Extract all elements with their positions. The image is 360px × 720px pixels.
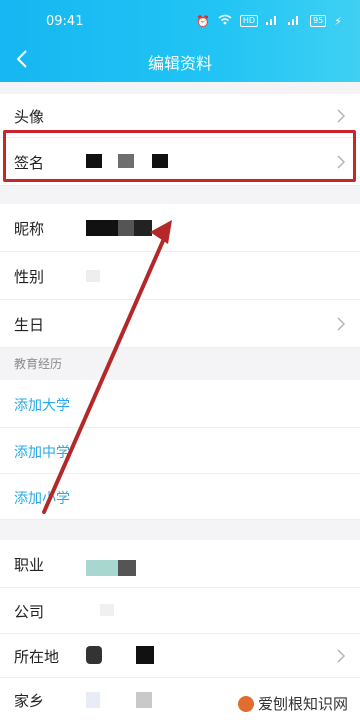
- row-company[interactable]: 公司: [0, 588, 360, 634]
- header-bar: 09:41 ⏰ HD 95 ⚡ 编辑资料: [0, 0, 360, 82]
- watermark: 爱刨根知识网: [233, 691, 352, 716]
- alarm-icon: ⏰: [196, 14, 210, 28]
- page-title: 编辑资料: [147, 54, 212, 73]
- charging-icon: ⚡: [334, 14, 342, 28]
- row-add-primary-school[interactable]: 添加小学: [0, 474, 360, 520]
- status-bar: 09:41 ⏰ HD 95 ⚡: [0, 12, 360, 32]
- company-value-mosaic: [100, 604, 114, 616]
- status-icons: ⏰ HD 95 ⚡: [196, 14, 342, 28]
- row-nickname[interactable]: 昵称: [0, 204, 360, 252]
- watermark-text: 爱刨根知识网: [257, 695, 348, 713]
- gender-value-mosaic: [86, 270, 100, 282]
- job-label: 职业: [14, 556, 45, 574]
- signal-icon: [266, 14, 280, 28]
- chevron-right-icon: [337, 317, 346, 331]
- gender-label: 性别: [14, 268, 45, 286]
- avatar-label: 头像: [14, 108, 45, 126]
- nickname-value-mosaic: [118, 220, 134, 236]
- location-value-mosaic: [136, 646, 154, 664]
- highlight-box: [3, 130, 356, 182]
- nickname-value-mosaic: [134, 220, 152, 236]
- add-university-link[interactable]: 添加大学: [14, 395, 70, 415]
- row-add-middle-school[interactable]: 添加中学: [0, 428, 360, 474]
- location-label: 所在地: [14, 648, 60, 666]
- watermark-logo-icon: [237, 695, 254, 712]
- add-primary-school-link[interactable]: 添加小学: [14, 488, 70, 508]
- wifi-icon: [218, 14, 232, 28]
- row-gender[interactable]: 性别: [0, 252, 360, 300]
- hometown-value-mosaic: [136, 692, 152, 708]
- signal-icon-2: [288, 14, 302, 28]
- nickname-label: 昵称: [14, 220, 45, 238]
- birthday-label: 生日: [14, 316, 45, 334]
- hometown-value-mosaic: [86, 692, 100, 708]
- status-time: 09:41: [46, 14, 84, 29]
- location-value-mosaic: [86, 646, 102, 664]
- row-job[interactable]: 职业: [0, 540, 360, 588]
- chevron-right-icon: [337, 649, 346, 663]
- job-value-mosaic: [86, 560, 118, 576]
- chevron-right-icon: [337, 109, 346, 123]
- battery-icon: 95: [310, 15, 327, 27]
- hd-icon: HD: [239, 15, 259, 27]
- add-middle-school-link[interactable]: 添加中学: [14, 442, 70, 462]
- company-label: 公司: [14, 603, 45, 621]
- row-location[interactable]: 所在地: [0, 634, 360, 678]
- job-value-mosaic: [118, 560, 136, 576]
- nav-bar: 编辑资料: [0, 44, 360, 74]
- hometown-label: 家乡: [14, 692, 45, 710]
- education-section-label: 教育经历: [14, 357, 63, 371]
- row-add-university[interactable]: 添加大学: [0, 380, 360, 428]
- row-birthday[interactable]: 生日: [0, 300, 360, 348]
- nickname-value-mosaic: [86, 220, 118, 236]
